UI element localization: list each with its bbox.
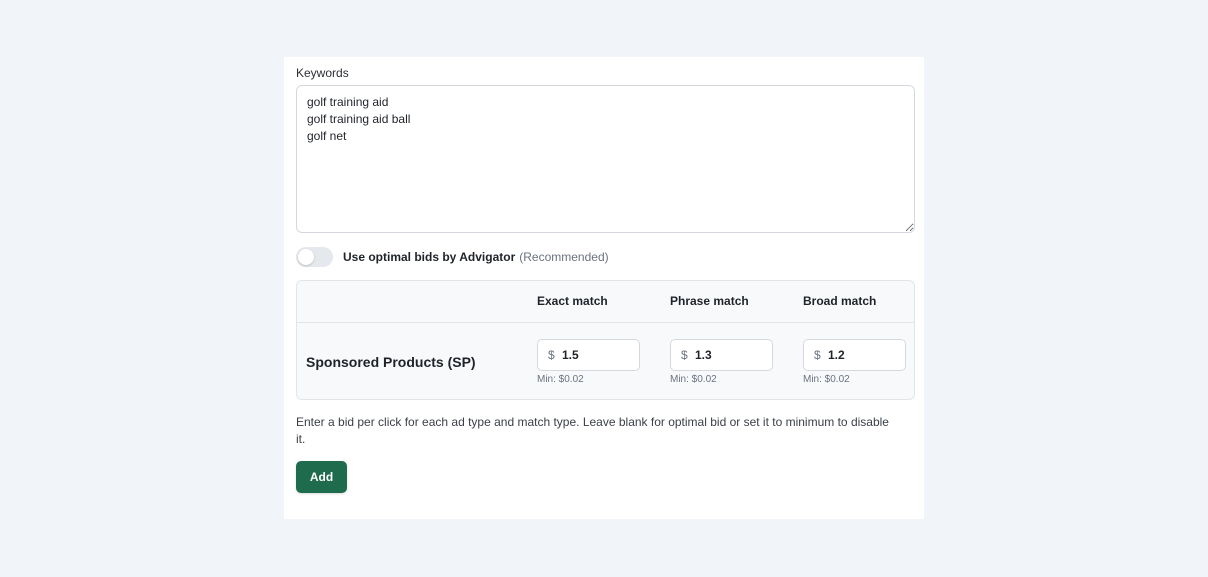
recommended-note: (Recommended) [519, 250, 609, 264]
currency-symbol: $ [548, 348, 555, 362]
keywords-textarea[interactable] [296, 85, 915, 233]
bid-input-exact-match[interactable] [562, 348, 632, 362]
bid-input-exact-match-wrap: $ [537, 339, 640, 371]
col-header-phrase-match: Phrase match [670, 294, 749, 308]
table-row: Sponsored Products (SP) $ Min: $0.02 $ M… [297, 323, 914, 399]
currency-symbol: $ [681, 348, 688, 362]
currency-symbol: $ [814, 348, 821, 362]
add-button[interactable]: Add [296, 461, 347, 493]
keywords-label: Keywords [296, 66, 349, 80]
bid-cell-phrase-match: $ Min: $0.02 [670, 339, 774, 385]
toggle-knob [298, 249, 314, 265]
bid-input-broad-match-wrap: $ [803, 339, 906, 371]
bid-table: Exact match Phrase match Broad match Spo… [296, 280, 915, 400]
optimal-bids-toggle[interactable] [296, 247, 333, 267]
bid-cell-broad-match: $ Min: $0.02 [803, 339, 907, 385]
min-bid-phrase-match: Min: $0.02 [670, 374, 717, 385]
bid-input-phrase-match-wrap: $ [670, 339, 773, 371]
bid-input-broad-match[interactable] [828, 348, 898, 362]
min-bid-exact-match: Min: $0.02 [537, 374, 584, 385]
bid-input-phrase-match[interactable] [695, 348, 765, 362]
keywords-panel: Keywords Use optimal bids by Advigator (… [284, 57, 924, 519]
optimal-bids-row: Use optimal bids by Advigator (Recommend… [296, 247, 609, 267]
optimal-bids-label: Use optimal bids by Advigator [343, 250, 516, 264]
bid-help-text: Enter a bid per click for each ad type a… [296, 415, 889, 446]
bid-cell-exact-match: $ Min: $0.02 [537, 339, 641, 385]
bid-table-header: Exact match Phrase match Broad match [297, 281, 914, 323]
col-header-broad-match: Broad match [803, 294, 877, 308]
ad-type-label: Sponsored Products (SP) [306, 354, 476, 370]
min-bid-broad-match: Min: $0.02 [803, 374, 850, 385]
col-header-exact-match: Exact match [537, 294, 608, 308]
